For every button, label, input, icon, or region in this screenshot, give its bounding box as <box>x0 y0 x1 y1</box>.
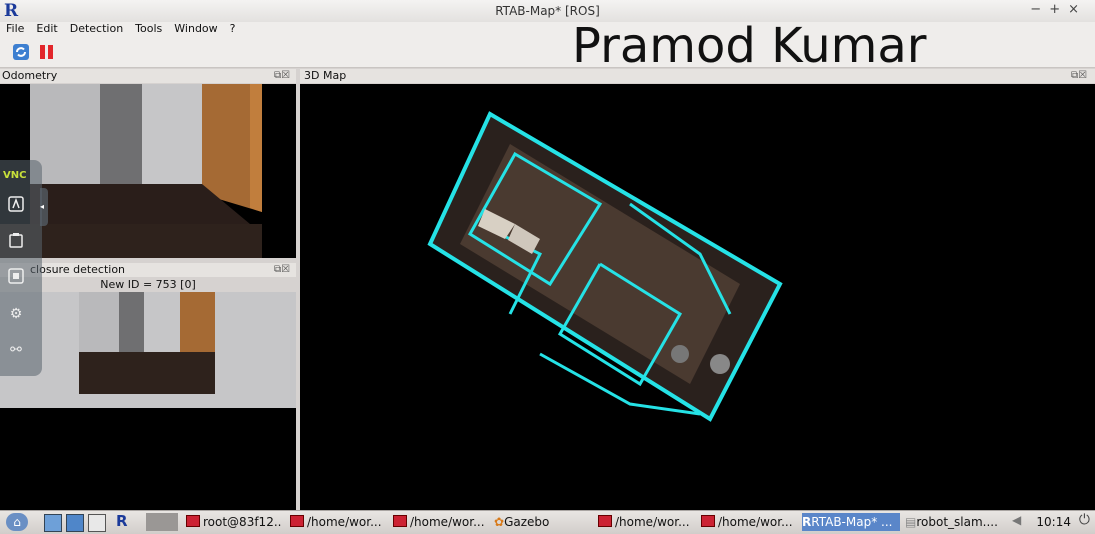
menu-file[interactable]: File <box>0 22 30 36</box>
task-home-terminal-2[interactable]: /home/wor... <box>393 513 489 531</box>
task-rtabmap[interactable]: RRTAB-Map* ... <box>802 513 900 531</box>
map3d-dock-controls[interactable]: ⧉☒ <box>1071 70 1087 81</box>
terminal-icon <box>186 515 200 527</box>
desktop-icon[interactable] <box>88 514 106 532</box>
title-bar: R RTAB-Map* [ROS] −+× <box>0 0 1095 23</box>
settings-icon[interactable]: ⚙ <box>6 304 26 324</box>
collapse-handle[interactable]: ◂ <box>40 188 48 226</box>
odometry-dock-title: Odometry <box>0 69 296 83</box>
pause-icon[interactable] <box>38 43 56 61</box>
odometry-title: Odometry <box>2 69 58 82</box>
menu-detection[interactable]: Detection <box>64 22 129 36</box>
odometry-view <box>0 84 296 258</box>
map-3d-view[interactable] <box>300 84 1095 510</box>
menu-tools[interactable]: Tools <box>129 22 168 36</box>
taskbar: ⌂ R root@83f12... /home/wor... /home/wor… <box>0 510 1095 534</box>
toolbar <box>0 38 1095 68</box>
menu-edit[interactable]: Edit <box>30 22 63 36</box>
map3d-title: 3D Map <box>304 69 347 82</box>
start-menu-icon[interactable]: ⌂ <box>6 513 28 531</box>
terminal-icon <box>701 515 715 527</box>
odometry-dock-controls[interactable]: ⧉☒ <box>274 70 290 81</box>
minimize-button[interactable]: − <box>1030 2 1049 17</box>
loop-closure-view <box>0 292 296 408</box>
taskbar-blank-slot <box>146 513 178 531</box>
browser-icon[interactable] <box>66 514 84 532</box>
menu-help[interactable]: ? <box>224 22 242 36</box>
screenshot-icon[interactable] <box>6 268 26 288</box>
task-home-terminal-1[interactable]: /home/wor... <box>290 513 386 531</box>
watermark-text: Pramod Kumar <box>572 18 927 74</box>
clock: 10:14 <box>1036 515 1071 529</box>
volume-icon[interactable]: ◀ <box>1012 513 1021 527</box>
empty-dock-area <box>0 408 296 510</box>
loop-dock-title: closure detection <box>0 263 296 277</box>
vnc-label: VNC <box>3 170 27 181</box>
map3d-dock-title: 3D Map <box>300 69 1095 83</box>
task-home-terminal-4[interactable]: /home/wor... <box>701 513 797 531</box>
window-title: RTAB-Map* [ROS] <box>495 4 600 18</box>
rviz-icon: ▤ <box>905 515 917 529</box>
file-manager-icon[interactable] <box>44 514 62 532</box>
terminal-icon <box>393 515 407 527</box>
power-icon[interactable]: ⏻ <box>1079 512 1090 528</box>
terminal-icon <box>598 515 612 527</box>
vnc-side-panel[interactable]: VNC ⚙ ⚯ ◂ <box>0 160 48 376</box>
task-root-terminal[interactable]: root@83f12... <box>186 513 282 531</box>
menu-bar: File Edit Detection Tools Window? <box>0 22 1095 38</box>
rtabmap-icon: R <box>802 515 812 529</box>
rtabmap-launcher-icon[interactable]: R <box>116 512 128 530</box>
menu-window[interactable]: Window <box>168 22 223 36</box>
disconnect-icon[interactable]: ⚯ <box>6 340 26 360</box>
task-gazebo[interactable]: ✿Gazebo <box>494 513 590 531</box>
refresh-icon[interactable] <box>12 43 30 61</box>
gazebo-icon: ✿ <box>494 515 505 529</box>
clipboard-icon[interactable] <box>6 232 26 252</box>
maximize-button[interactable]: + <box>1049 2 1068 17</box>
terminal-icon <box>290 515 304 527</box>
keyboard-icon[interactable] <box>6 196 26 216</box>
loop-new-id: New ID = 753 [0] <box>100 278 196 291</box>
task-robot-slam[interactable]: ▤robot_slam.... <box>905 513 1003 531</box>
task-home-terminal-3[interactable]: /home/wor... <box>598 513 694 531</box>
window-controls[interactable]: −+× <box>1030 2 1087 17</box>
close-button[interactable]: × <box>1068 2 1087 17</box>
loop-dock-controls[interactable]: ⧉☒ <box>274 264 290 275</box>
